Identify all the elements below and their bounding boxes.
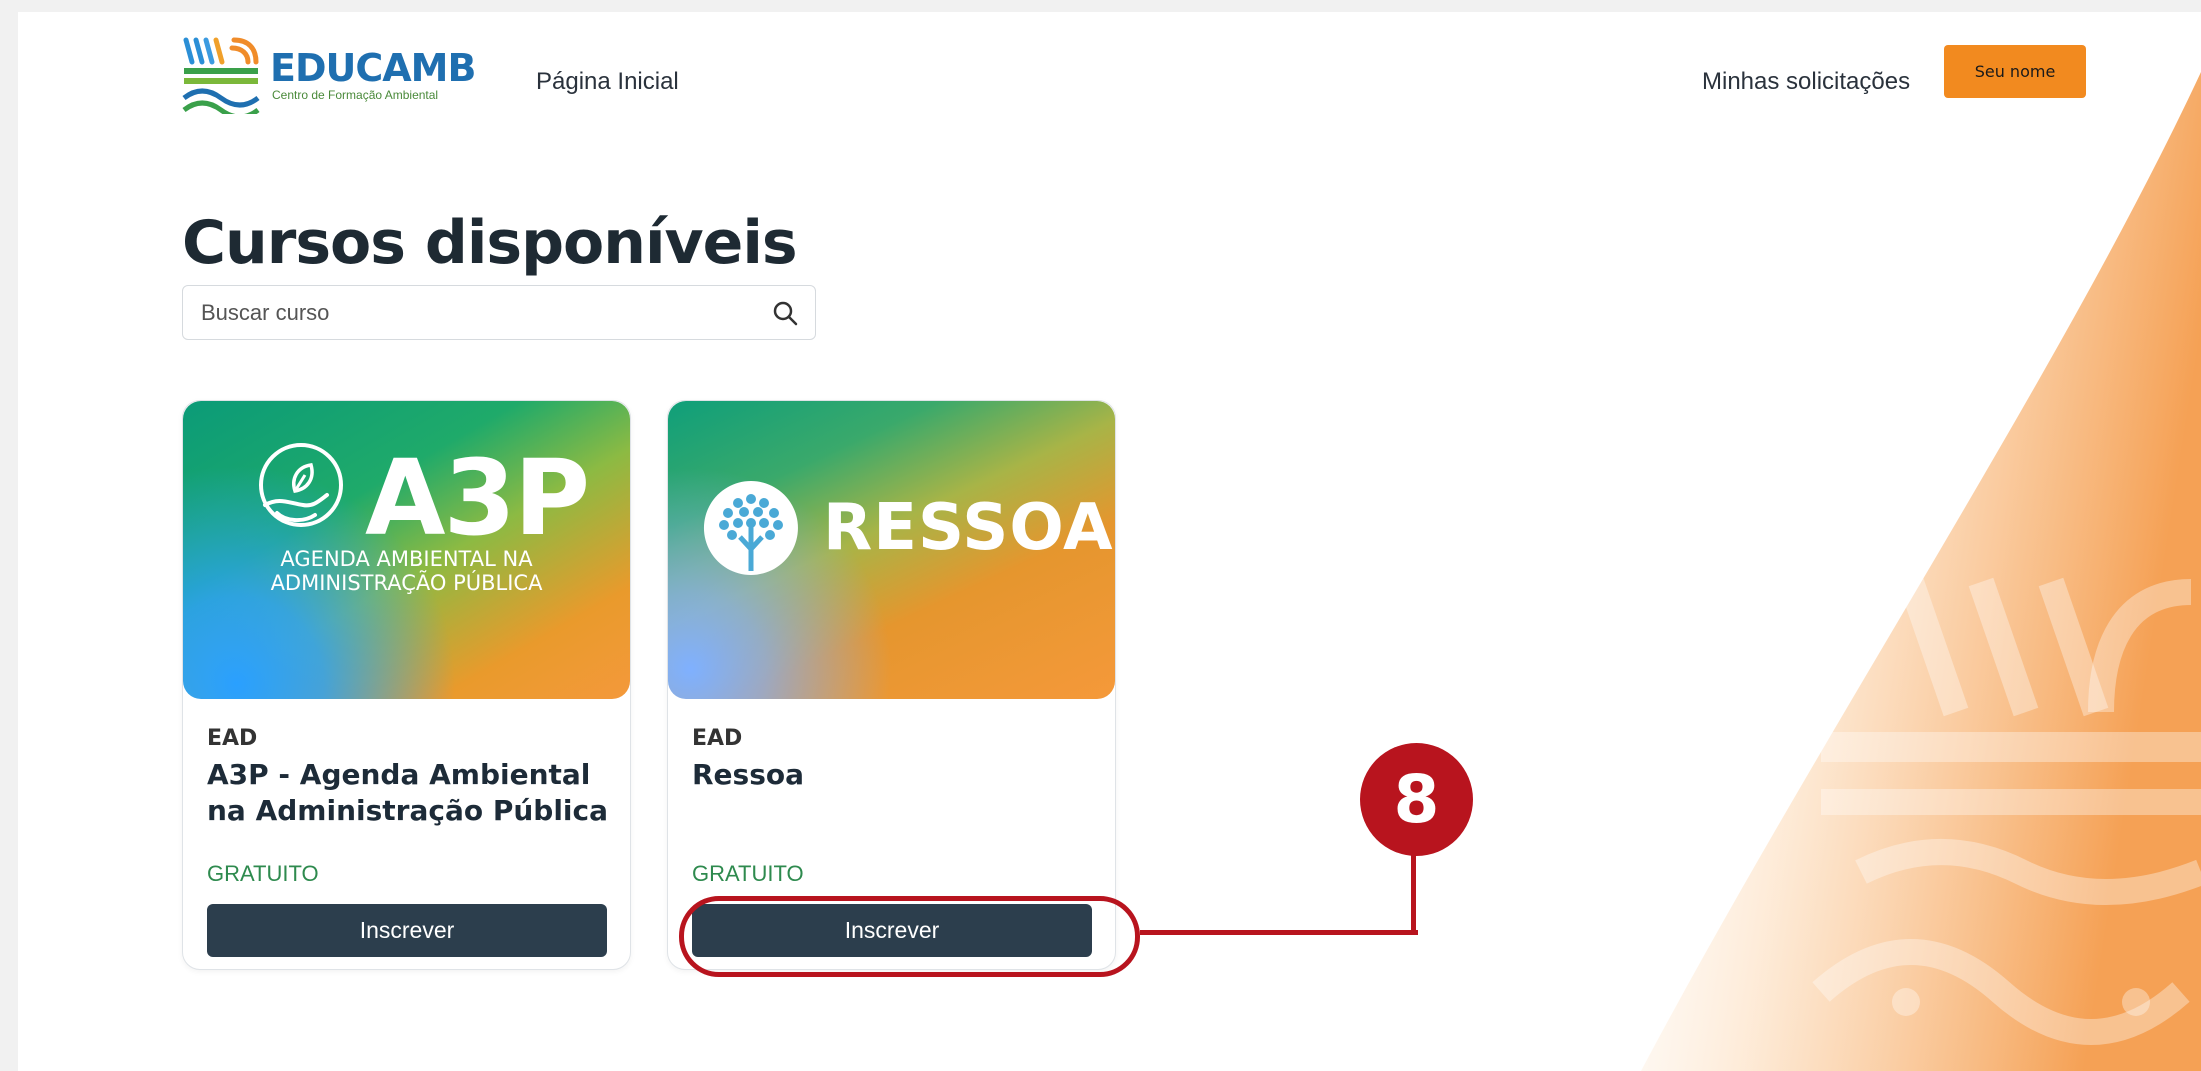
tree-icon — [703, 481, 798, 575]
educamb-logo[interactable]: EDUCAMB Centro de Formação Ambiental — [182, 30, 476, 120]
course-banner-ressoa[interactable]: RESSOA — [668, 401, 1115, 699]
course-type: EAD — [207, 726, 258, 751]
page-title: Cursos disponíveis — [182, 208, 798, 278]
decorative-background-pattern — [1641, 12, 2201, 1071]
course-price: GRATUITO — [692, 861, 804, 886]
hand-leaf-icon — [259, 443, 343, 527]
nav-my-requests-link[interactable]: Minhas solicitações — [1702, 68, 1910, 96]
search-box — [182, 285, 816, 340]
course-type: EAD — [692, 726, 743, 751]
course-name[interactable]: Ressoa — [692, 757, 1102, 793]
banner-subtitle-a3p: AGENDA AMBIENTAL NA ADMINISTRAÇÃO PÚBLIC… — [183, 547, 630, 595]
search-input[interactable] — [183, 299, 755, 326]
banner-title-a3p: A3P — [365, 437, 590, 559]
course-price: GRATUITO — [207, 861, 319, 886]
annotation-highlight-ring — [679, 896, 1140, 977]
search-icon[interactable] — [755, 285, 815, 340]
banner-subtitle-line1: AGENDA AMBIENTAL NA — [280, 547, 533, 571]
course-card-ressoa: RESSOA EAD Ressoa GRATUITO Inscrever — [667, 400, 1116, 970]
enroll-button-a3p[interactable]: Inscrever — [207, 904, 607, 957]
logo-name: EDUCAMB — [270, 46, 476, 90]
banner-title-ressoa: RESSOA — [823, 491, 1114, 565]
page: EDUCAMB Centro de Formação Ambiental Pág… — [18, 12, 2201, 1071]
user-name-button[interactable]: Seu nome — [1944, 45, 2086, 98]
course-banner-a3p[interactable]: A3P AGENDA AMBIENTAL NA ADMINISTRAÇÃO PÚ… — [183, 401, 630, 699]
course-name[interactable]: A3P - Agenda Ambiental na Administração … — [207, 757, 617, 829]
banner-subtitle-line2: ADMINISTRAÇÃO PÚBLICA — [270, 571, 543, 595]
annotation-connector-horizontal — [1140, 930, 1418, 935]
educamb-logo-icon — [182, 37, 260, 114]
course-card-a3p: A3P AGENDA AMBIENTAL NA ADMINISTRAÇÃO PÚ… — [182, 400, 631, 970]
logo-subtitle: Centro de Formação Ambiental — [272, 88, 439, 102]
annotation-step-badge: 8 — [1360, 743, 1473, 856]
nav-home-link[interactable]: Página Inicial — [536, 68, 679, 96]
